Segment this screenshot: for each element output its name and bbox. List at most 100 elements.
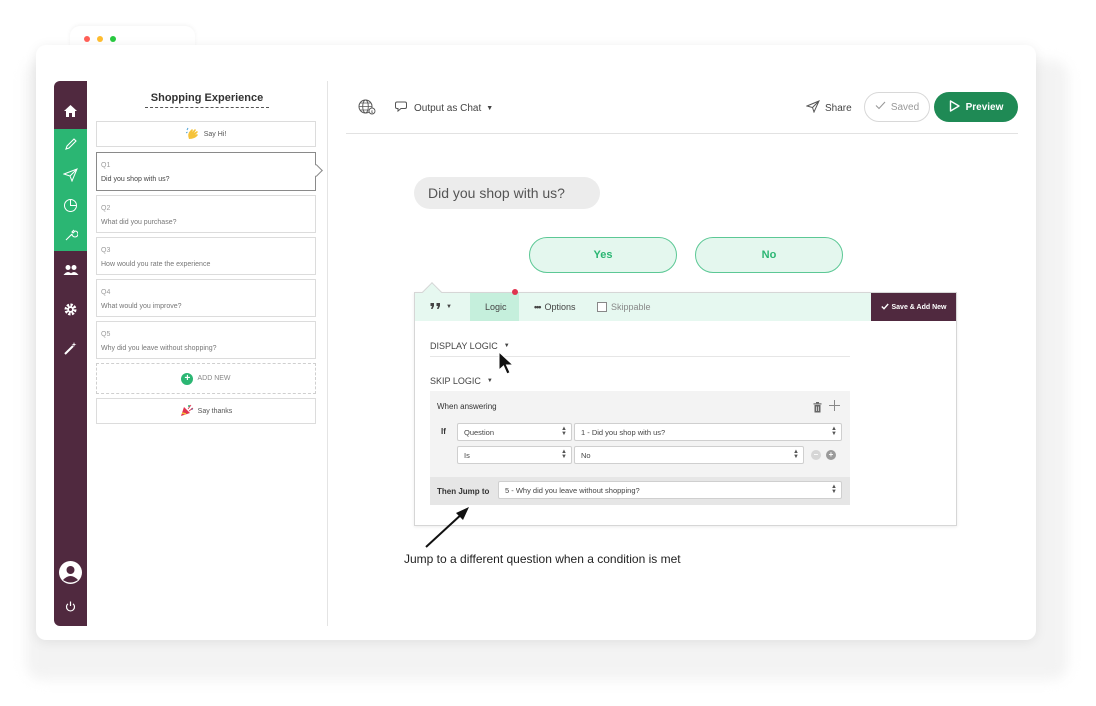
question-card-q2[interactable]: Q2 What did you purchase? [96,195,316,233]
jump-target-value: 5 - Why did you leave without shopping? [505,485,640,495]
display-logic-label: DISPLAY LOGIC [430,341,498,351]
add-rule-icon[interactable] [828,399,841,417]
question-number: Q2 [101,205,111,212]
chevron-down-icon: ▼ [486,105,494,112]
chevron-down-icon: ▼ [503,343,510,349]
condition-value-value: No [581,450,591,460]
save-add-new-button[interactable]: Save & Add New [871,293,956,321]
language-globe-button[interactable]: $ [358,99,376,118]
pie-chart-icon[interactable] [54,193,87,217]
gear-icon[interactable] [54,297,87,321]
check-icon [880,303,889,312]
chat-bubble-icon [395,101,409,116]
logic-indicator-dot [512,289,518,295]
skip-logic-label: SKIP LOGIC [430,376,481,386]
question-number: Q3 [101,247,111,254]
question-card-q5[interactable]: Q5 Why did you leave without shopping? [96,321,316,359]
then-jump-label: Then Jump to [437,487,490,496]
add-new-button[interactable]: + ADD NEW [96,363,316,394]
thanks-card[interactable]: Say thanks [96,398,316,424]
power-icon[interactable] [54,594,87,618]
send-icon[interactable] [54,163,87,187]
remove-condition-icon[interactable]: – [811,450,821,460]
wrench-icon[interactable] [54,223,87,247]
window-close-dot[interactable] [84,36,90,42]
survey-title[interactable]: Shopping Experience [145,92,269,108]
question-number: Q4 [101,289,111,296]
panel-divider [327,81,328,626]
condition-question-value: 1 - Did you shop with us? [581,427,666,437]
condition-operator-select[interactable]: Is ▲ ▼ [457,446,572,464]
trash-icon[interactable] [813,400,822,418]
plus-circle-icon: + [181,372,194,385]
question-text: Why did you leave without shopping? [101,345,217,352]
thanks-label: Say thanks [197,407,233,415]
party-popper-icon [180,404,194,419]
skippable-checkbox[interactable] [597,302,607,312]
tab-options-label: Options [544,302,576,312]
share-label: Share [825,102,852,114]
dots-icon: ••• [534,302,542,312]
question-text: Did you shop with us? [101,176,170,183]
play-icon [949,99,960,115]
question-text: How would you rate the experience [101,261,211,268]
when-answering-label: When answering [437,402,497,411]
annotation-arrow-icon [424,505,472,554]
magic-wand-icon[interactable] [54,336,87,360]
condition-field-value: Question [464,427,495,437]
chat-question-bubble: Did you shop with us? [414,177,600,209]
window-minimize-dot[interactable] [97,36,103,42]
answer-button-no[interactable]: No [695,237,843,273]
quote-icon [430,302,442,312]
send-icon [805,100,820,116]
saved-button[interactable]: Saved [864,92,930,122]
saved-label: Saved [890,101,920,113]
add-new-label: ADD NEW [197,375,231,382]
chevron-down-icon: ▼ [446,304,452,310]
window-maximize-dot[interactable] [110,36,116,42]
condition-question-select[interactable]: 1 - Did you shop with us? ▲ ▼ [574,423,842,441]
question-number: Q5 [101,331,111,338]
home-icon[interactable] [54,99,87,123]
mouse-cursor-icon [497,350,517,381]
tab-logic[interactable]: Logic [485,293,507,321]
avatar-icon[interactable] [59,561,82,584]
select-arrows-icon: ▲ ▼ [561,449,567,460]
question-number: Q1 [101,162,111,169]
waving-hand-icon [185,127,200,142]
if-label: If [441,427,446,436]
question-card-q1[interactable]: Q1 Did you shop with us? [96,152,316,191]
output-mode-dropdown[interactable]: Output as Chat ▼ [395,101,493,116]
question-type-dropdown[interactable]: ▼ [430,293,452,321]
question-text: What would you improve? [101,303,182,310]
skippable-toggle[interactable]: Skippable [597,293,651,321]
condition-field-select[interactable]: Question ▲ ▼ [457,423,572,441]
welcome-card[interactable]: Say Hi! [96,121,316,147]
condition-value-select[interactable]: No ▲ ▼ [574,446,804,464]
select-arrows-icon: ▲ ▼ [831,484,837,495]
toolbar-divider [346,133,1018,134]
jump-target-select[interactable]: 5 - Why did you leave without shopping? … [498,481,842,499]
skip-logic-toggle[interactable]: SKIP LOGIC ▼ [430,376,493,386]
display-logic-toggle[interactable]: DISPLAY LOGIC ▼ [430,341,510,351]
display-logic-divider [430,356,850,357]
add-condition-icon[interactable]: + [826,450,836,460]
tab-options[interactable]: ••• Options [534,293,575,321]
pencil-icon[interactable] [54,132,87,156]
select-arrows-icon: ▲ ▼ [831,426,837,437]
skippable-label: Skippable [611,302,651,312]
preview-label: Preview [965,101,1004,113]
welcome-label: Say Hi! [203,130,227,138]
globe-icon: $ [358,99,376,118]
chevron-down-icon: ▼ [486,378,493,384]
question-text: What did you purchase? [101,219,177,226]
condition-operator-value: Is [464,450,470,460]
question-card-q4[interactable]: Q4 What would you improve? [96,279,316,317]
preview-button[interactable]: Preview [934,92,1018,122]
annotation-caption: Jump to a different question when a cond… [404,552,681,566]
tab-logic-label: Logic [485,302,507,312]
answer-button-yes[interactable]: Yes [529,237,677,273]
share-button[interactable]: Share [805,100,852,116]
question-card-q3[interactable]: Q3 How would you rate the experience [96,237,316,275]
users-icon[interactable] [54,258,87,282]
